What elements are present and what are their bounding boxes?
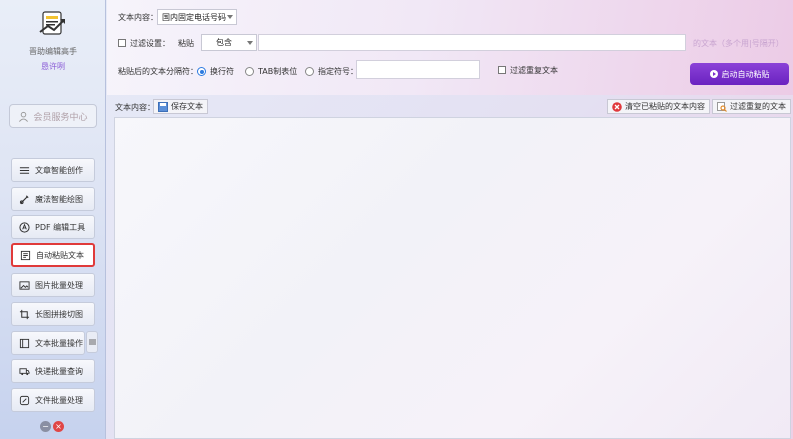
save-text-button[interactable]: 保存文本 bbox=[153, 99, 208, 114]
text-batch-menu-button[interactable] bbox=[86, 331, 98, 353]
dedupe-text-button[interactable]: 过滤重复的文本 bbox=[712, 99, 791, 114]
filter-label: 过滤设置： bbox=[130, 39, 170, 48]
save-text-label: 保存文本 bbox=[171, 102, 203, 111]
settings-panel: 文本内容： 国内固定电话号码 过滤设置： 粘贴 包含 的文本（多个用|号隔开） … bbox=[107, 0, 793, 95]
crop-icon bbox=[19, 309, 30, 319]
radio-custom-label: 指定符号： bbox=[318, 67, 358, 76]
sidebar-item-label: 长图拼接切图 bbox=[35, 309, 83, 319]
dedupe-label: 过滤重复文本 bbox=[510, 66, 558, 75]
content-type-select[interactable]: 国内固定电话号码 bbox=[157, 9, 237, 25]
radio-custom[interactable] bbox=[305, 67, 314, 76]
separator-label: 粘贴后的文本分隔符： bbox=[118, 67, 198, 76]
user-icon bbox=[19, 111, 29, 122]
truck-icon bbox=[19, 367, 30, 375]
sidebar-item-article[interactable]: 文章智能创作 bbox=[11, 158, 95, 182]
sidebar: 晋助编辑高手 恳许咧 会员服务中心 文章智能创作 魔法智能绘图 PDF 编辑工具… bbox=[0, 0, 106, 439]
pdf-icon bbox=[19, 221, 30, 233]
custom-separator-input[interactable] bbox=[356, 60, 480, 79]
filter-text-input[interactable] bbox=[258, 34, 686, 51]
chevron-down-icon bbox=[247, 40, 253, 45]
content-type-label: 文本内容： bbox=[118, 13, 158, 22]
radio-newline[interactable] bbox=[197, 67, 206, 76]
paste-doc-icon bbox=[20, 250, 31, 260]
sidebar-item-text-batch[interactable]: 文本批量操作 bbox=[11, 331, 85, 355]
lines-icon bbox=[19, 166, 30, 174]
sidebar-item-pdf[interactable]: PDF 编辑工具 bbox=[11, 215, 95, 239]
sidebar-item-label: 魔法智能绘图 bbox=[35, 194, 83, 204]
image-icon bbox=[19, 280, 30, 290]
member-service-button[interactable]: 会员服务中心 bbox=[9, 104, 97, 128]
radio-tab[interactable] bbox=[245, 67, 254, 76]
filter-hint: 的文本（多个用|号隔开） bbox=[693, 39, 784, 48]
sidebar-item-label: PDF 编辑工具 bbox=[35, 222, 86, 232]
dedupe-checkbox[interactable] bbox=[498, 66, 506, 74]
content-label: 文本内容： bbox=[115, 103, 155, 112]
radio-tab-label: TAB制表位 bbox=[258, 67, 298, 76]
clear-pasted-button[interactable]: 清空已粘贴的文本内容 bbox=[607, 99, 710, 114]
save-icon bbox=[158, 101, 168, 112]
start-auto-paste-button[interactable]: 启动自动粘贴 bbox=[690, 63, 789, 85]
dedupe-text-label: 过滤重复的文本 bbox=[730, 102, 786, 111]
sidebar-item-label: 快递批量查询 bbox=[35, 366, 83, 376]
sidebar-item-image-batch[interactable]: 图片批量处理 bbox=[11, 273, 95, 297]
clear-icon bbox=[612, 101, 622, 112]
app-name: 晋助编辑高手 bbox=[29, 47, 77, 56]
sidebar-item-label: 自动粘贴文本 bbox=[36, 250, 84, 260]
member-service-label: 会员服务中心 bbox=[33, 112, 88, 123]
menu-icon bbox=[88, 339, 96, 345]
sidebar-item-auto-paste[interactable]: 自动粘贴文本 bbox=[11, 243, 95, 267]
magic-brush-icon bbox=[19, 194, 29, 204]
sidebar-item-label: 图片批量处理 bbox=[35, 280, 83, 290]
window-controls: − × bbox=[40, 421, 64, 432]
filter-mode-value: 包含 bbox=[216, 38, 232, 47]
clear-pasted-label: 清空已粘贴的文本内容 bbox=[625, 102, 705, 111]
content-toolbar: 文本内容： 保存文本 清空已粘贴的文本内容 过滤重复的文本 bbox=[107, 96, 793, 116]
filter-checkbox[interactable] bbox=[118, 39, 126, 47]
file-batch-icon bbox=[19, 395, 30, 405]
play-icon bbox=[709, 70, 718, 78]
logo-icon bbox=[39, 11, 65, 35]
filter-paste-label: 粘贴 bbox=[178, 39, 194, 48]
sidebar-item-long-image[interactable]: 长图拼接切图 bbox=[11, 302, 95, 326]
sidebar-item-label: 文本批量操作 bbox=[35, 338, 83, 348]
sidebar-item-drawing[interactable]: 魔法智能绘图 bbox=[11, 187, 95, 211]
chevron-down-icon bbox=[227, 15, 233, 19]
content-type-value: 国内固定电话号码 bbox=[162, 12, 226, 22]
minimize-icon[interactable]: − bbox=[40, 421, 51, 432]
filter-mode-select[interactable]: 包含 bbox=[201, 34, 257, 51]
close-icon[interactable]: × bbox=[53, 421, 64, 432]
text-content-area[interactable] bbox=[114, 117, 791, 439]
radio-newline-label: 换行符 bbox=[210, 67, 234, 76]
start-button-label: 启动自动粘贴 bbox=[721, 69, 770, 79]
sidebar-item-express[interactable]: 快递批量查询 bbox=[11, 359, 95, 383]
user-name[interactable]: 恳许咧 bbox=[0, 61, 106, 72]
sidebar-item-file-batch[interactable]: 文件批量处理 bbox=[11, 388, 95, 412]
filter-search-icon bbox=[717, 101, 727, 112]
sidebar-item-label: 文件批量处理 bbox=[35, 395, 83, 405]
text-batch-icon bbox=[19, 338, 30, 348]
sidebar-item-label: 文章智能创作 bbox=[35, 165, 83, 175]
